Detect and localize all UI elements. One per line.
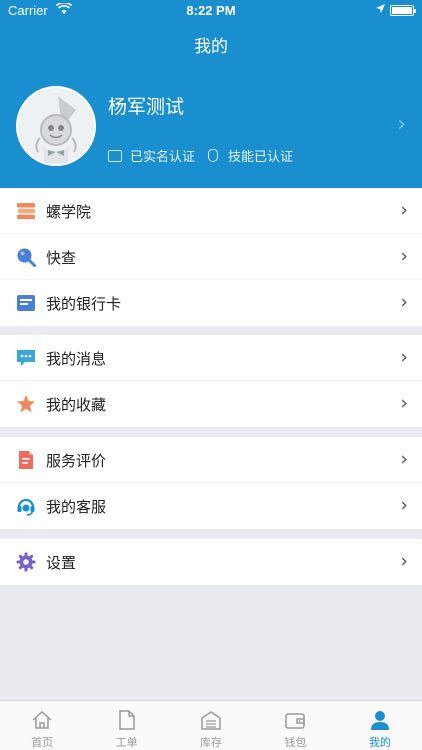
shield-icon — [208, 149, 218, 162]
menu-group-service: 服务评价 › 我的客服 › — [0, 437, 422, 529]
document-edit-icon — [16, 450, 36, 470]
menu-item-service-review[interactable]: 服务评价 › — [0, 437, 422, 483]
wallet-icon — [284, 709, 306, 731]
skill-badge: 技能已认证 — [208, 146, 293, 165]
book-stack-icon — [16, 201, 36, 221]
menu-item-messages[interactable]: 我的消息 › — [0, 335, 422, 381]
tab-label: 工单 — [115, 736, 138, 749]
chevron-right-icon: › — [400, 392, 408, 414]
tab-label: 首页 — [31, 736, 54, 749]
profile-chevron-right-icon[interactable]: › — [397, 112, 406, 137]
document-icon — [116, 709, 138, 731]
chevron-right-icon: › — [400, 291, 408, 313]
menu-item-quick-search[interactable]: 快查 › — [0, 234, 422, 280]
id-card-icon — [108, 149, 122, 162]
tab-inventory[interactable]: 库存 — [169, 701, 253, 750]
profile-header: Carrier 8:22 PM 我的 杨军测试 已实名认证 技能已认证 › — [0, 0, 422, 188]
bank-card-icon — [16, 293, 36, 313]
search-icon — [16, 247, 36, 267]
menu-item-bank-card[interactable]: 我的银行卡 › — [0, 280, 422, 326]
tab-label: 库存 — [200, 736, 223, 749]
warehouse-icon — [200, 709, 222, 731]
verified-label: 已实名认证 — [130, 150, 196, 165]
menu-item-academy[interactable]: 螺学院 › — [0, 188, 422, 234]
person-icon — [369, 709, 391, 731]
menu-item-label: 快查 — [46, 249, 77, 267]
menu-group-messages: 我的消息 › 我的收藏 › — [0, 335, 422, 427]
menu-group-settings: 设置 › — [0, 539, 422, 585]
location-icon — [375, 3, 386, 17]
tab-label: 钱包 — [284, 736, 307, 749]
tab-label: 我的 — [368, 736, 391, 749]
verified-badge: 已实名认证 — [108, 146, 195, 165]
tab-work-orders[interactable]: 工单 — [84, 701, 168, 750]
menu-item-label: 我的客服 — [46, 498, 107, 516]
battery-icon — [390, 5, 416, 16]
chevron-right-icon: › — [400, 550, 408, 572]
chevron-right-icon: › — [400, 346, 408, 368]
chevron-right-icon: › — [400, 494, 408, 516]
status-bar: Carrier 8:22 PM — [0, 0, 422, 22]
tab-home[interactable]: 首页 — [0, 701, 84, 750]
message-icon — [16, 348, 36, 368]
skill-label: 技能已认证 — [228, 150, 294, 165]
tab-me[interactable]: 我的 — [338, 701, 422, 750]
menu-item-label: 我的银行卡 — [46, 295, 122, 313]
tab-wallet[interactable]: 钱包 — [253, 701, 337, 750]
avatar-mascot-icon — [35, 96, 77, 164]
tab-bar: 首页 工单 库存 钱包 我的 — [0, 700, 422, 750]
menu-group-learning: 螺学院 › 快查 › 我的银行卡 › — [0, 188, 422, 326]
username: 杨军测试 — [108, 96, 185, 118]
gear-icon — [16, 552, 36, 572]
home-icon — [31, 709, 53, 731]
menu-item-favorites[interactable]: 我的收藏 › — [0, 381, 422, 427]
menu-item-customer-service[interactable]: 我的客服 › — [0, 483, 422, 529]
menu-item-label: 服务评价 — [46, 452, 107, 470]
chevron-right-icon: › — [400, 199, 408, 221]
menu-item-label: 我的消息 — [46, 350, 107, 368]
menu-item-label: 螺学院 — [46, 203, 92, 221]
menu-item-settings[interactable]: 设置 › — [0, 539, 422, 585]
chevron-right-icon: › — [400, 448, 408, 470]
headset-icon — [16, 496, 36, 516]
menu-item-label: 我的收藏 — [46, 396, 107, 414]
clock: 8:22 PM — [186, 3, 236, 18]
menu-item-label: 设置 — [46, 554, 77, 572]
avatar[interactable] — [16, 86, 96, 166]
star-icon — [16, 394, 36, 414]
chevron-right-icon: › — [400, 245, 408, 267]
page-title: 我的 — [194, 37, 228, 57]
